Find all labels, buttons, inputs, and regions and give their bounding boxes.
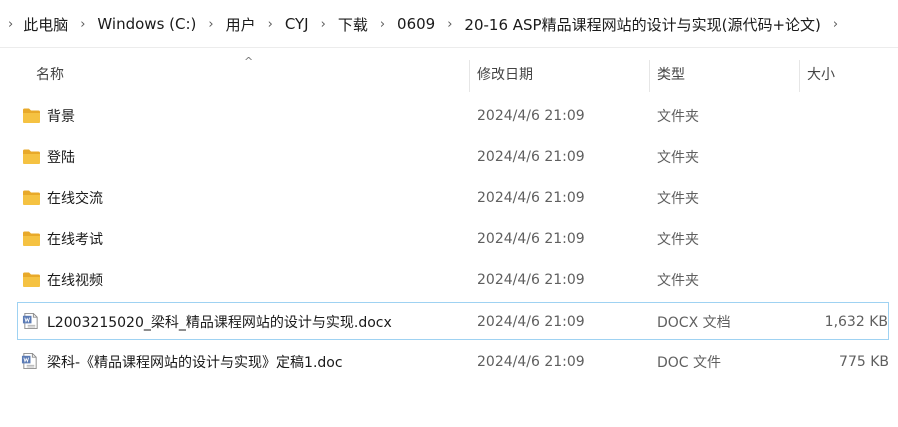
breadcrumb-item-current-folder[interactable]: 20-16 ASP精品课程网站的设计与实现(源代码+论文): [460, 14, 824, 35]
column-header-row: 名称 修改日期 类型 大小: [0, 52, 898, 96]
list-item-folder[interactable]: 背景 2024/4/6 21:09 文件夹: [17, 97, 889, 135]
breadcrumb-separator[interactable]: ›: [439, 17, 460, 32]
file-modified: 2024/4/6 21:09: [477, 231, 585, 247]
column-divider[interactable]: [649, 60, 650, 92]
breadcrumb-separator[interactable]: ›: [313, 17, 334, 32]
list-item-folder[interactable]: 在线考试 2024/4/6 21:09 文件夹: [17, 220, 889, 258]
breadcrumb-item-users[interactable]: 用户: [222, 14, 260, 35]
folder-icon: [23, 190, 40, 205]
breadcrumb-item-user[interactable]: CYJ: [281, 15, 313, 33]
breadcrumb-separator[interactable]: ›: [0, 17, 19, 32]
column-divider[interactable]: [469, 60, 470, 92]
folder-icon: [23, 149, 40, 164]
file-size: 775 KB: [839, 354, 889, 370]
document-icon: [22, 312, 38, 330]
folder-icon: [23, 231, 40, 246]
file-name: 在线考试: [47, 232, 103, 248]
breadcrumb-item-this-pc[interactable]: 此电脑: [19, 14, 72, 35]
breadcrumb-separator[interactable]: ›: [372, 17, 393, 32]
list-item-folder[interactable]: 在线视频 2024/4/6 21:09 文件夹: [17, 261, 889, 299]
file-modified: 2024/4/6 21:09: [477, 108, 585, 124]
file-name: L2003215020_梁科_精品课程网站的设计与实现.docx: [47, 315, 392, 331]
file-type: 文件夹: [657, 109, 699, 125]
file-modified: 2024/4/6 21:09: [477, 354, 585, 370]
file-type: 文件夹: [657, 273, 699, 289]
file-size: 1,632 KB: [824, 314, 888, 330]
list-item-document[interactable]: 梁科-《精品课程网站的设计与实现》定稿1.doc 2024/4/6 21:09 …: [17, 343, 889, 381]
file-type: DOCX 文档: [657, 315, 731, 331]
file-name: 背景: [47, 109, 75, 125]
file-type: 文件夹: [657, 232, 699, 248]
folder-icon: [23, 272, 40, 287]
file-modified: 2024/4/6 21:09: [477, 314, 585, 330]
folder-icon: [23, 108, 40, 123]
column-header-size[interactable]: 大小: [807, 52, 835, 96]
file-name: 登陆: [47, 150, 75, 166]
list-item-folder[interactable]: 登陆 2024/4/6 21:09 文件夹: [17, 138, 889, 176]
file-name: 在线视频: [47, 273, 103, 289]
breadcrumb-item-0609[interactable]: 0609: [393, 15, 439, 33]
breadcrumb-separator[interactable]: ›: [200, 17, 221, 32]
file-modified: 2024/4/6 21:09: [477, 272, 585, 288]
list-item-document-selected[interactable]: L2003215020_梁科_精品课程网站的设计与实现.docx 2024/4/…: [17, 302, 889, 340]
file-name: 在线交流: [47, 191, 103, 207]
file-name: 梁科-《精品课程网站的设计与实现》定稿1.doc: [47, 355, 343, 371]
breadcrumb-item-downloads[interactable]: 下载: [334, 14, 372, 35]
breadcrumb-separator[interactable]: ›: [260, 17, 281, 32]
list-item-folder[interactable]: 在线交流 2024/4/6 21:09 文件夹: [17, 179, 889, 217]
column-header-modified[interactable]: 修改日期: [477, 52, 533, 96]
breadcrumb-separator[interactable]: ›: [72, 17, 93, 32]
document-icon: [21, 352, 37, 370]
breadcrumb: › 此电脑 › Windows (C:) › 用户 › CYJ › 下载 › 0…: [0, 0, 846, 48]
sort-ascending-icon: ^: [244, 55, 254, 68]
file-type: 文件夹: [657, 191, 699, 207]
column-header-type[interactable]: 类型: [657, 52, 685, 96]
address-bar[interactable]: › 此电脑 › Windows (C:) › 用户 › CYJ › 下载 › 0…: [0, 0, 898, 48]
column-header-name[interactable]: 名称: [36, 52, 64, 96]
breadcrumb-separator[interactable]: ›: [825, 17, 846, 32]
breadcrumb-item-drive-c[interactable]: Windows (C:): [93, 15, 200, 33]
column-divider[interactable]: [799, 60, 800, 92]
file-type: 文件夹: [657, 150, 699, 166]
file-modified: 2024/4/6 21:09: [477, 149, 585, 165]
file-type: DOC 文件: [657, 355, 722, 371]
file-modified: 2024/4/6 21:09: [477, 190, 585, 206]
